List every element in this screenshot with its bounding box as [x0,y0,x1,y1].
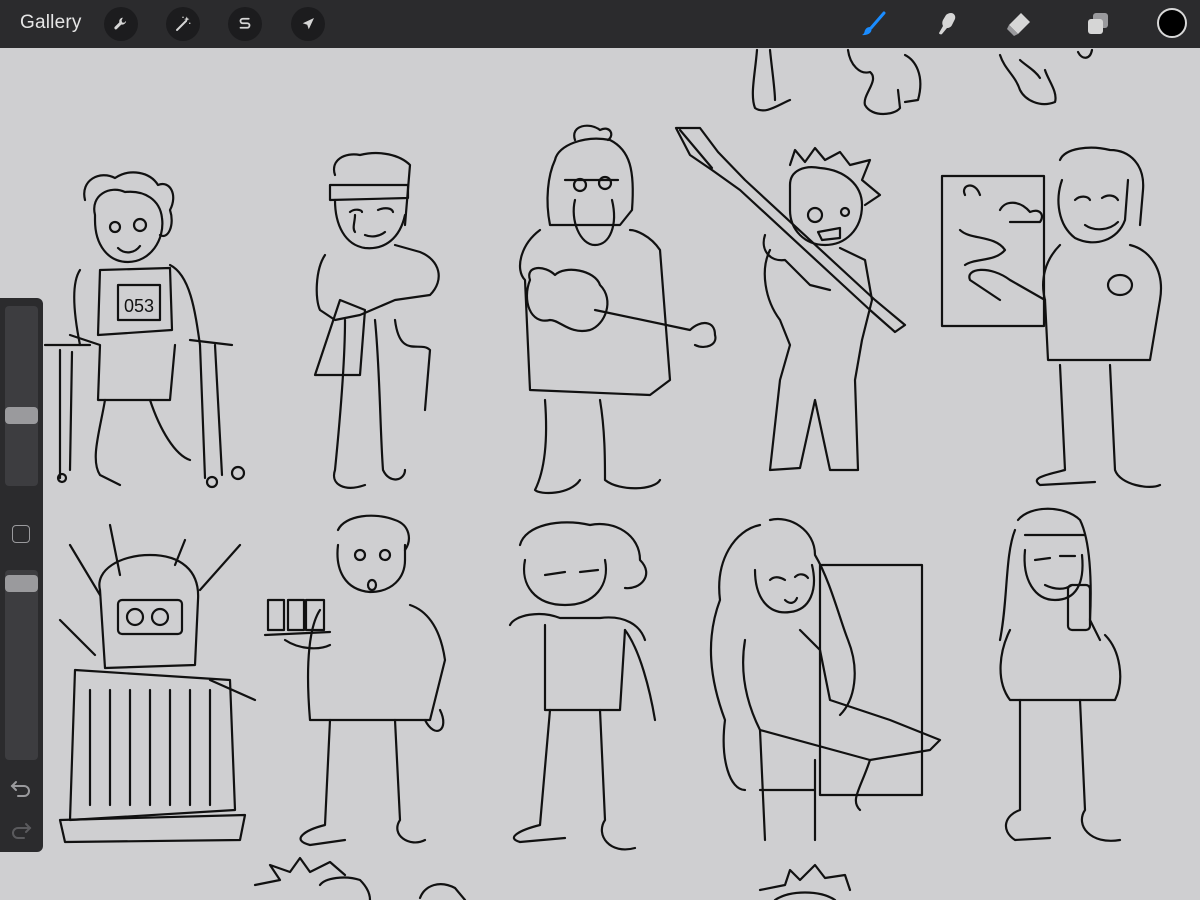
sketch-character-tired [508,521,657,851]
sketch-character-spiky [674,126,907,472]
sketch-character-headband [313,151,440,489]
drawing-canvas[interactable]: 053 [0,48,1200,900]
brush-tool-button[interactable] [858,8,890,40]
sketch-character-bard [518,124,717,495]
arrow-cursor-icon [302,18,314,30]
opacity-slider[interactable] [5,570,38,760]
undo-button[interactable] [9,778,33,798]
eraser-icon [1007,13,1030,36]
gallery-button[interactable]: Gallery [20,12,82,34]
layers-icon [1088,13,1108,34]
sketch-character-runner: 053 [43,171,246,489]
color-picker-button[interactable] [1157,8,1187,38]
layers-button[interactable] [1082,8,1114,40]
sketch-character-knight [58,523,257,844]
smudge-finger-icon [939,13,956,35]
svg-text:053: 053 [124,296,154,316]
sketch-top-partial [751,48,1094,116]
sketch-character-presenter [940,146,1163,488]
sketch-character-boy [263,514,447,847]
brush-icon [862,11,886,36]
top-toolbar: Gallery [0,0,1200,48]
selection-s-icon [239,17,251,29]
eraser-tool-button[interactable] [1002,8,1034,40]
smudge-tool-button[interactable] [930,8,962,40]
transform-button[interactable] [291,7,325,41]
opacity-thumb[interactable] [5,575,38,592]
adjustments-button[interactable] [166,7,200,41]
redo-button[interactable] [9,820,33,840]
sketch-character-curly [709,517,942,842]
sketch-bottom-partial [253,856,852,900]
redo-arrow-icon [12,823,32,839]
undo-arrow-icon [10,781,30,797]
selection-button[interactable] [228,7,262,41]
left-sidebar [0,298,43,852]
brush-size-slider[interactable] [5,306,38,486]
magic-wand-icon [176,16,191,31]
modify-button[interactable] [12,525,30,543]
brush-size-thumb[interactable] [5,407,38,424]
wrench-icon [114,17,127,30]
actions-button[interactable] [104,7,138,41]
sketch-character-longhair [998,507,1122,842]
